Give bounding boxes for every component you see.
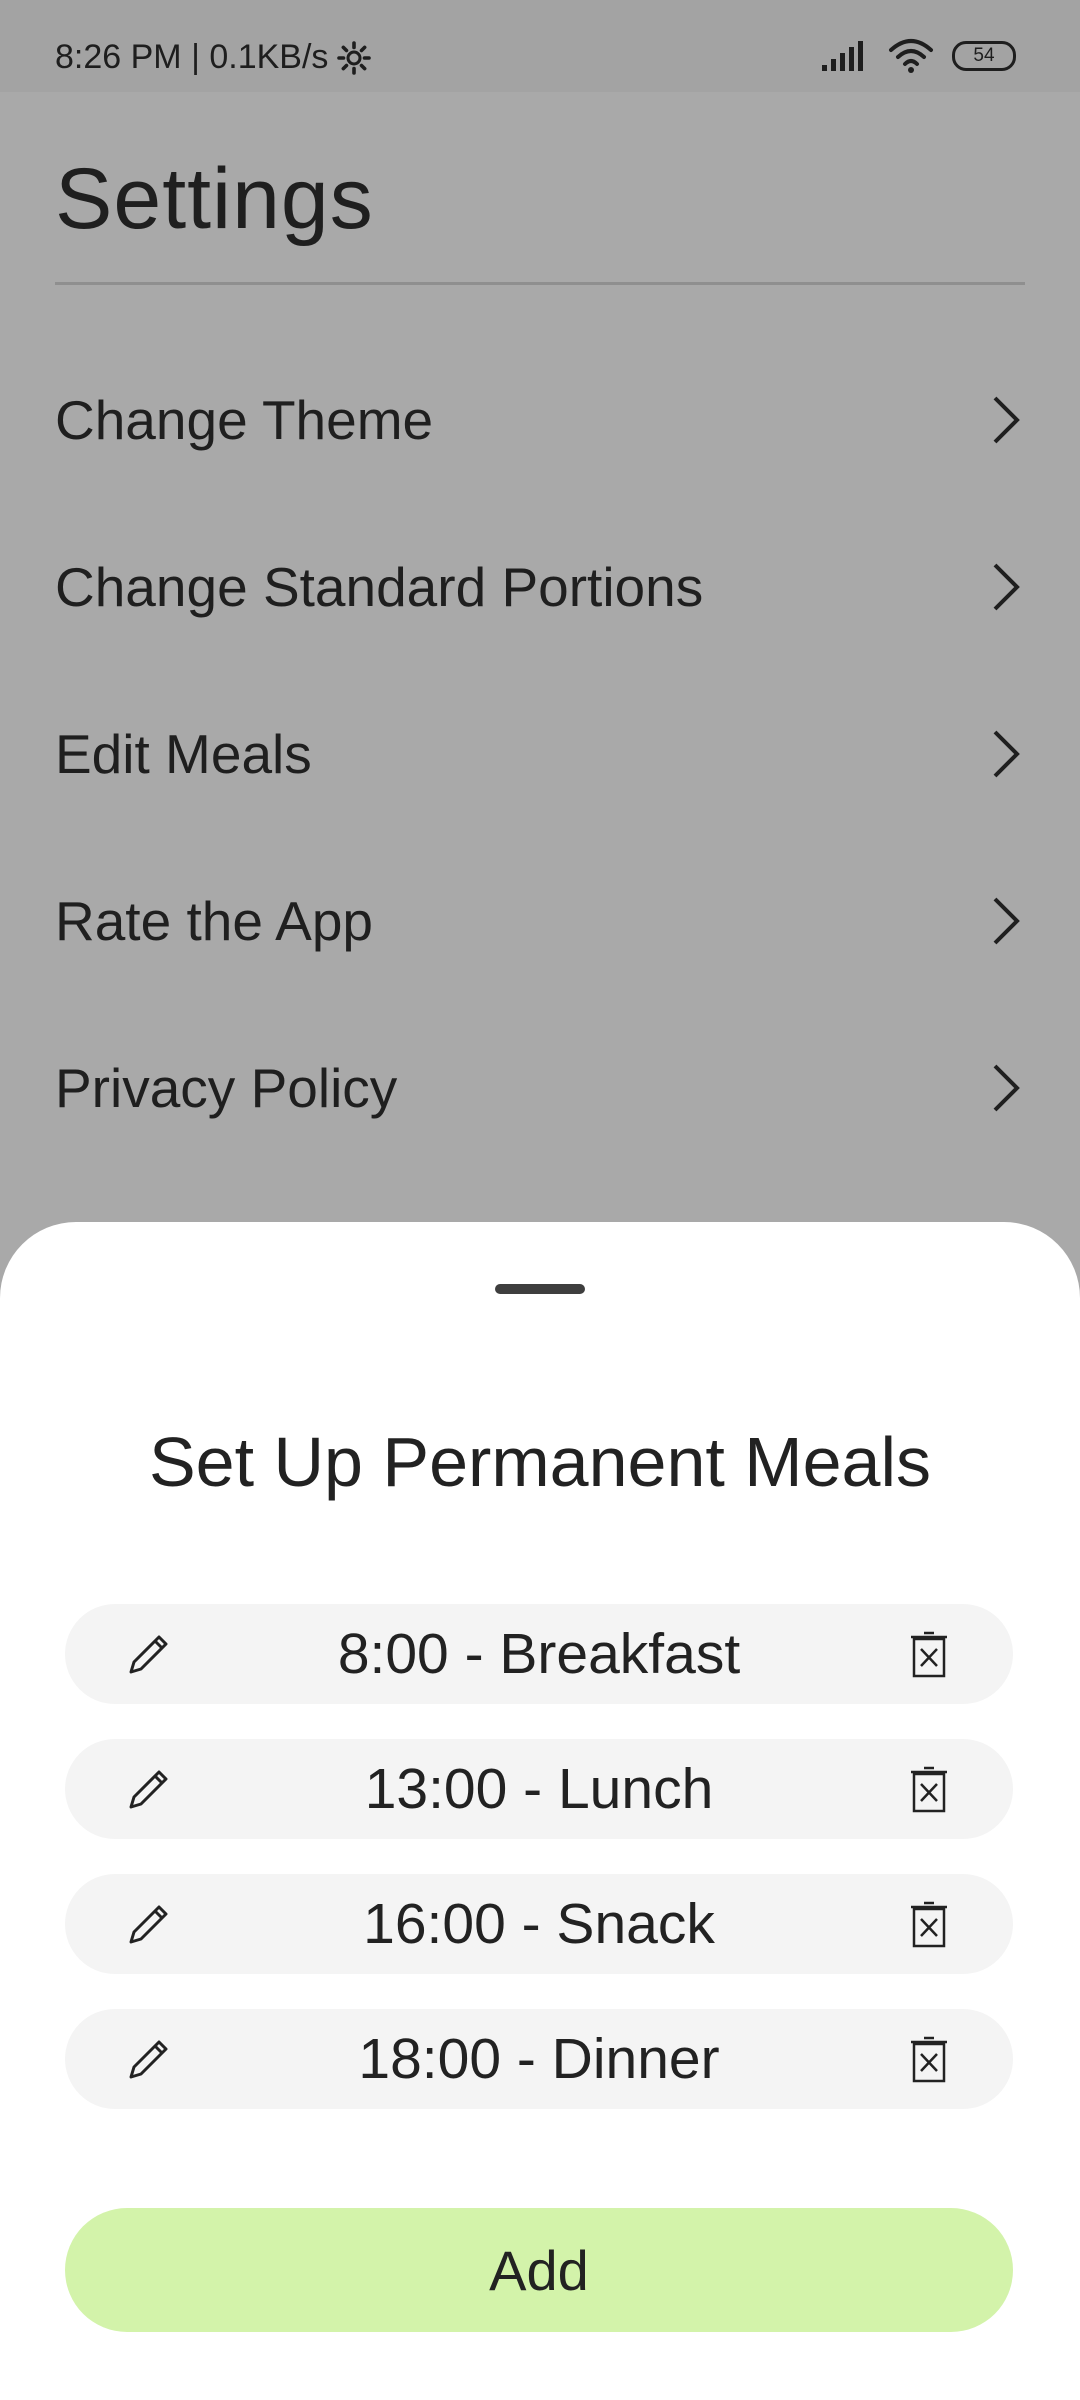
settings-item-label: Rate the App xyxy=(55,890,374,952)
pencil-icon[interactable] xyxy=(125,1902,171,1948)
meal-row-dinner: 18:00 - Dinner xyxy=(65,2009,1013,2109)
chevron-right-icon xyxy=(993,396,1020,444)
pencil-icon[interactable] xyxy=(125,1632,171,1678)
status-bar: 8:26 PM | 0.1KB/s 54 xyxy=(0,0,1080,92)
settings-item-label: Privacy Policy xyxy=(55,1057,398,1119)
meal-label: 13:00 - Lunch xyxy=(364,1757,714,1821)
wifi-icon xyxy=(889,39,933,73)
meal-label: 18:00 - Dinner xyxy=(358,2027,720,2091)
add-button[interactable]: Add xyxy=(65,2208,1013,2332)
meal-row-breakfast: 8:00 - Breakfast xyxy=(65,1604,1013,1704)
sheet-title: Set Up Permanent Meals xyxy=(148,1423,932,1501)
meal-label: 16:00 - Snack xyxy=(363,1892,715,1956)
trash-icon[interactable] xyxy=(909,1900,949,1950)
status-time-speed: 8:26 PM | 0.1KB/s xyxy=(55,38,329,76)
settings-item-privacy-policy[interactable]: Privacy Policy xyxy=(55,1028,1025,1148)
chevron-right-icon xyxy=(993,563,1020,611)
settings-item-edit-meals[interactable]: Edit Meals xyxy=(55,694,1025,814)
settings-item-rate-the-app[interactable]: Rate the App xyxy=(55,861,1025,981)
trash-icon[interactable] xyxy=(909,2035,949,2085)
pencil-icon[interactable] xyxy=(125,2037,171,2083)
gear-icon xyxy=(337,40,372,75)
battery-icon: 54 xyxy=(952,41,1016,71)
settings-item-label: Edit Meals xyxy=(55,723,312,785)
chevron-right-icon xyxy=(993,730,1020,778)
divider xyxy=(55,282,1025,285)
bottom-sheet: Set Up Permanent Meals 8:00 - Breakfast … xyxy=(0,1222,1080,2400)
settings-item-change-standard-portions[interactable]: Change Standard Portions xyxy=(55,527,1025,647)
page-title: Settings xyxy=(55,151,374,247)
pencil-icon[interactable] xyxy=(125,1767,171,1813)
chevron-right-icon xyxy=(993,897,1020,945)
trash-icon[interactable] xyxy=(909,1630,949,1680)
drag-handle[interactable] xyxy=(495,1284,585,1294)
signal-icon xyxy=(822,41,863,71)
chevron-right-icon xyxy=(993,1064,1020,1112)
meal-row-lunch: 13:00 - Lunch xyxy=(65,1739,1013,1839)
meal-label: 8:00 - Breakfast xyxy=(337,1622,741,1686)
settings-item-label: Change Standard Portions xyxy=(55,556,704,618)
status-right: 54 xyxy=(820,38,1016,74)
trash-icon[interactable] xyxy=(909,1765,949,1815)
settings-item-label: Change Theme xyxy=(55,389,434,451)
battery-level: 54 xyxy=(973,45,995,66)
meal-row-snack: 16:00 - Snack xyxy=(65,1874,1013,1974)
status-left: 8:26 PM | 0.1KB/s xyxy=(55,38,372,77)
settings-item-change-theme[interactable]: Change Theme xyxy=(55,360,1025,480)
